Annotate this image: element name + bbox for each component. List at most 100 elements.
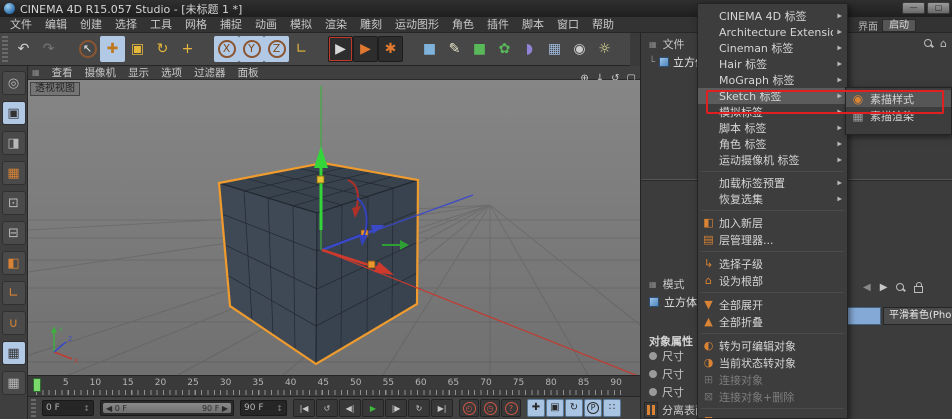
edges-mode-button[interactable]: ⊟	[1, 221, 26, 245]
render-settings-button[interactable]: ✱	[378, 36, 403, 62]
context-menu-item[interactable]: ⊠ 连接对象+删除	[698, 388, 847, 405]
context-menu-item[interactable]: ⌂ 设为根部	[698, 272, 847, 289]
workplane-snap-button[interactable]: ▦	[1, 371, 26, 395]
lock-icon[interactable]	[914, 282, 924, 293]
attribute-search-icon[interactable]	[896, 283, 905, 292]
add-deformer-button[interactable]: ◗	[517, 36, 542, 62]
timeline-ruler[interactable]: 051015202530354045505560657075808590	[28, 375, 640, 397]
goto-start-button[interactable]: |◀	[293, 399, 315, 417]
viewport-menu-item[interactable]: 显示	[128, 65, 149, 80]
axis-mode-button[interactable]: ∟	[1, 281, 26, 305]
viewport-menu-item[interactable]: 过滤器	[194, 65, 226, 80]
context-menu-item[interactable]: 模拟标签	[698, 104, 847, 120]
workplane-lock-button[interactable]: ▦	[1, 341, 26, 365]
preview-range-slider[interactable]: ◀ 0 F 90 F ▶	[100, 400, 234, 416]
record-keyframe-button[interactable]: ◴	[459, 399, 479, 417]
coordinate-system-button[interactable]: ∟	[289, 36, 314, 62]
menu-item[interactable]: 创建	[80, 17, 102, 32]
viewport-menu-item[interactable]: 查看	[52, 65, 73, 80]
context-menu-item[interactable]: ◧ 加入新层	[698, 214, 847, 231]
move-button[interactable]: ✚	[100, 36, 125, 62]
points-mode-button[interactable]: ⊡	[1, 191, 26, 215]
menu-item[interactable]: 捕捉	[220, 17, 242, 32]
viewport-canvas[interactable]: Y X Z	[28, 80, 640, 375]
goto-end-button[interactable]: ▶|	[431, 399, 453, 417]
timeline-playhead[interactable]	[33, 378, 41, 392]
snap-button[interactable]: ∪	[1, 311, 26, 335]
menu-item[interactable]: 编辑	[45, 17, 67, 32]
search-icon[interactable]	[924, 39, 933, 48]
context-menu-item[interactable]	[701, 210, 844, 211]
texture-paint-mode-button[interactable]: ◎	[1, 71, 26, 95]
context-menu-item[interactable]: 脚本 标签	[698, 120, 847, 136]
context-menu-item[interactable]: 恢复选集	[698, 191, 847, 207]
rotate-button[interactable]: ↻	[150, 36, 175, 62]
history-back-icon[interactable]: ◀	[863, 282, 871, 293]
spinner-icon[interactable]: ↕	[83, 404, 90, 413]
undo-button[interactable]: ↶	[11, 36, 36, 62]
texture-mode-button[interactable]: ◨	[1, 131, 26, 155]
maximize-button[interactable]: ▢	[927, 2, 950, 14]
context-menu-item[interactable]: 加载标签预置	[698, 175, 847, 191]
x-axis-lock-button[interactable]: X	[214, 36, 239, 62]
z-axis-lock-button[interactable]: Z	[264, 36, 289, 62]
view-label[interactable]: 透视视图	[30, 82, 80, 96]
previous-frame-button[interactable]: ◀|	[339, 399, 361, 417]
menu-item[interactable]: 帮助	[592, 17, 614, 32]
viewport-menu-item[interactable]: 选项	[161, 65, 182, 80]
menu-item[interactable]: 动画	[255, 17, 277, 32]
play-button[interactable]: ▶	[362, 399, 384, 417]
context-menu-item[interactable]: Sketch 标签	[698, 88, 847, 104]
object-manager-handle-icon[interactable]: ▦	[649, 40, 657, 49]
context-menu-item[interactable]: ▼ 全部展开	[698, 296, 847, 313]
context-menu-item[interactable]	[701, 408, 844, 409]
menu-item[interactable]: 角色	[452, 17, 474, 32]
submenu-item[interactable]: ◉ 素描样式	[846, 90, 951, 107]
context-menu-item[interactable]: ▤ 层管理器...	[698, 231, 847, 248]
keyframe-dot-icon[interactable]	[649, 388, 657, 396]
key-rotation-button[interactable]: ↻	[565, 399, 583, 417]
workplane-mode-button[interactable]: ▦	[1, 161, 26, 185]
menu-item[interactable]: 运动图形	[395, 17, 439, 32]
key-point-level-button[interactable]: ∷	[603, 399, 621, 417]
autokey-button[interactable]: ◷	[480, 399, 500, 417]
preview-range-bar[interactable]: ◀ 0 F 90 F ▶	[103, 403, 231, 413]
viewport-menu-item[interactable]: 摄像机	[85, 65, 117, 80]
keyframe-selection-button[interactable]: ?	[501, 399, 521, 417]
menu-item[interactable]: 雕刻	[360, 17, 382, 32]
next-frame-button[interactable]: |▶	[385, 399, 407, 417]
live-selection-button[interactable]: ↖	[75, 36, 100, 62]
scale-button[interactable]: ▣	[125, 36, 150, 62]
context-menu-item[interactable]: ◐ 转为可编辑对象	[698, 337, 847, 354]
context-menu-item[interactable]	[701, 251, 844, 252]
context-menu-item[interactable]: ⊞ 连接对象	[698, 371, 847, 388]
transport-drag-handle[interactable]	[31, 399, 36, 417]
context-menu-item[interactable]: ↳ 选择子级	[698, 255, 847, 272]
context-menu-item[interactable]: 角色 标签	[698, 136, 847, 152]
key-parameter-button[interactable]: P	[584, 399, 602, 417]
context-menu-item[interactable]	[701, 333, 844, 334]
render-picture-viewer-button[interactable]: ▶	[353, 36, 378, 62]
redo-button[interactable]: ↷	[36, 36, 61, 62]
menu-item[interactable]: 文件	[10, 17, 32, 32]
menu-item[interactable]: 插件	[487, 17, 509, 32]
menu-item[interactable]: 渲染	[325, 17, 347, 32]
context-menu-item[interactable]: ◑ 当前状态转对象	[698, 354, 847, 371]
mograph-cloner-button[interactable]: ✿	[492, 36, 517, 62]
context-menu-item[interactable]: ▲ 全部折叠	[698, 313, 847, 330]
gizmo-x-handle[interactable]	[367, 260, 376, 269]
context-menu-item[interactable]: Cineman 标签	[698, 40, 847, 56]
polygons-mode-button[interactable]: ◧	[1, 251, 26, 275]
menu-item[interactable]: 工具	[150, 17, 172, 32]
menu-item[interactable]: 选择	[115, 17, 137, 32]
submenu-item[interactable]: ▦ 素描渲染	[846, 107, 951, 124]
add-light-button[interactable]: ☼	[592, 36, 617, 62]
menu-item[interactable]: 网格	[185, 17, 207, 32]
spline-pen-button[interactable]: ✎	[442, 36, 467, 62]
phong-tag-swatch[interactable]	[847, 307, 881, 325]
attribute-manager-handle-icon[interactable]: ▦	[649, 280, 657, 289]
object-manager-menu[interactable]: 文件	[663, 36, 685, 52]
menu-item[interactable]: 脚本	[522, 17, 544, 32]
render-view-button[interactable]: ▶	[328, 36, 353, 62]
add-camera-button[interactable]: ◉	[567, 36, 592, 62]
